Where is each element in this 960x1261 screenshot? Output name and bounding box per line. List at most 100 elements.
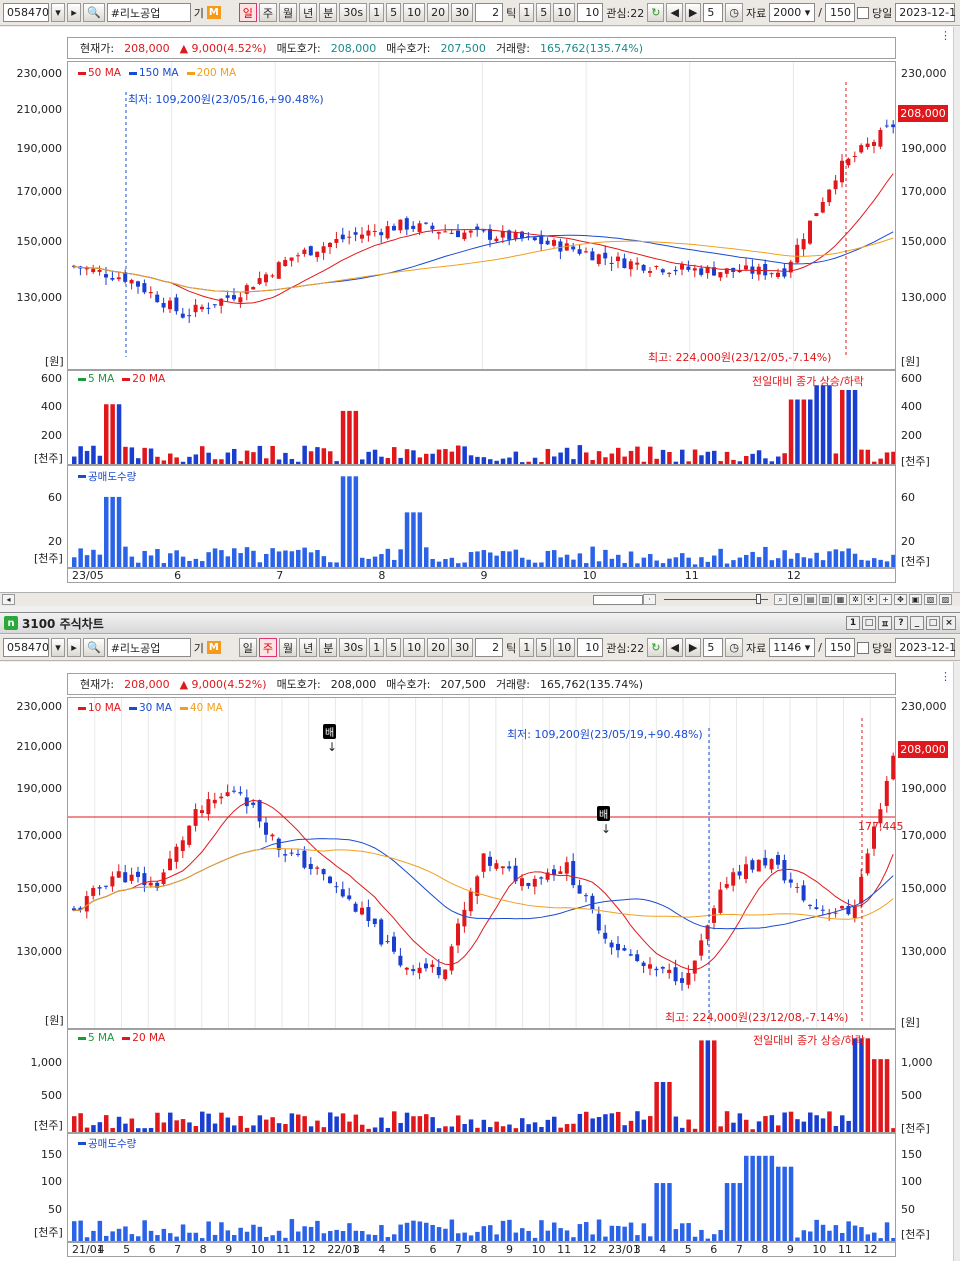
short-bar <box>539 1220 544 1241</box>
move-icon[interactable]: ✥ <box>894 594 907 605</box>
folder-icon[interactable]: ▨ <box>939 594 952 605</box>
period-year[interactable]: 년 <box>299 3 318 22</box>
spin-input[interactable]: 5 <box>703 3 724 22</box>
window-titlebar[interactable]: n 3100 주식차트 1 □ ㅍ ? _ □ × <box>0 612 960 634</box>
stock-name-field[interactable]: #리노공업 <box>106 638 191 657</box>
short-bar <box>801 1230 807 1241</box>
minimize-icon[interactable]: _ <box>910 616 924 630</box>
next-icon[interactable]: ▶ <box>684 638 702 657</box>
window-btn-font[interactable]: ㅍ <box>878 616 892 630</box>
print-icon[interactable]: ▥ <box>819 594 832 605</box>
same-day-checkbox[interactable] <box>856 641 869 654</box>
candle-body <box>456 230 460 238</box>
min-20[interactable]: 20 <box>427 638 450 657</box>
search-icon[interactable]: 🔍 <box>83 3 105 22</box>
period-minute[interactable]: 분 <box>319 3 338 22</box>
window-btn-1[interactable]: 1 <box>846 616 860 630</box>
next-arrow-button[interactable]: ▸ <box>67 638 81 657</box>
zoom-reset-icon[interactable]: · <box>643 594 656 605</box>
min-30[interactable]: 30 <box>451 638 474 657</box>
prev-icon[interactable]: ◀ <box>666 3 683 22</box>
short-plot-1[interactable] <box>67 465 896 568</box>
tick-5[interactable]: 5 <box>536 638 552 657</box>
close-icon[interactable]: × <box>942 616 956 630</box>
maximize-icon[interactable]: □ <box>926 616 940 630</box>
min-5[interactable]: 5 <box>386 3 402 22</box>
code-dropdown-button[interactable]: ▾ <box>51 3 65 22</box>
period-day[interactable]: 일 <box>238 3 257 22</box>
min-20[interactable]: 20 <box>427 3 450 22</box>
price-plot-1[interactable] <box>67 61 896 370</box>
refresh-icon[interactable]: ↻ <box>647 638 665 657</box>
period-day[interactable]: 일 <box>238 638 257 657</box>
min-1[interactable]: 1 <box>369 3 385 22</box>
x-axis-1: 23/05 6 7 8 9 10 11 12 <box>67 568 896 583</box>
candle-body <box>110 278 115 280</box>
period-30s[interactable]: 30s <box>339 638 368 657</box>
date-input[interactable]: 2023-12-1 <box>895 638 956 657</box>
save-icon[interactable]: ▤ <box>804 594 817 605</box>
scroll-left-icon[interactable]: ◂ <box>2 594 15 605</box>
period-30s[interactable]: 30s <box>339 3 368 22</box>
tick-5[interactable]: 5 <box>536 3 552 22</box>
same-day-checkbox[interactable] <box>856 6 869 19</box>
tick-value-input[interactable]: 10 <box>577 638 604 657</box>
period-month[interactable]: 월 <box>279 3 298 22</box>
tick-count-input[interactable]: 2 <box>475 638 504 657</box>
data-count-select[interactable]: 1146 ▾ <box>769 638 816 657</box>
per-screen-input[interactable]: 150 <box>824 3 855 22</box>
volume-bar <box>123 446 128 464</box>
period-month[interactable]: 월 <box>279 638 298 657</box>
per-screen-input[interactable]: 150 <box>824 638 855 657</box>
stock-name-field[interactable]: #리노공업 <box>106 3 191 22</box>
tick-1[interactable]: 1 <box>519 3 535 22</box>
spin-input[interactable]: 5 <box>703 638 724 657</box>
window-btn-link[interactable]: □ <box>862 616 876 630</box>
image-icon[interactable]: ▦ <box>834 594 847 605</box>
tick-count-input[interactable]: 2 <box>475 3 504 22</box>
next-icon[interactable]: ▶ <box>684 3 702 22</box>
expand-icon[interactable]: ✣ <box>864 594 877 605</box>
chart-scrollbar-1[interactable]: ◂ · ⌕ ⊖ ▤ ▥ ▦ ✲ ✣ + ✥ ▣ ▧ ▨ <box>0 592 960 606</box>
min-30[interactable]: 30 <box>451 3 474 22</box>
short-tick: 20 <box>901 535 915 548</box>
price-plot-2[interactable] <box>67 697 896 1029</box>
zoom-out-icon[interactable]: ⊖ <box>789 594 802 605</box>
help-icon[interactable]: ? <box>894 616 908 630</box>
refresh-icon[interactable]: ↻ <box>647 3 665 22</box>
candle-body <box>891 124 895 128</box>
next-arrow-button[interactable]: ▸ <box>67 3 81 22</box>
gear-icon[interactable]: ✲ <box>849 594 862 605</box>
add-icon[interactable]: + <box>879 594 892 605</box>
search-icon[interactable]: 🔍 <box>83 638 105 657</box>
stock-code-input[interactable]: 058470 <box>3 3 49 22</box>
min-5[interactable]: 5 <box>386 638 402 657</box>
scroll-thumb[interactable] <box>593 594 643 605</box>
short-bar <box>788 558 794 567</box>
short-plot-2[interactable] <box>67 1133 896 1242</box>
min-10[interactable]: 10 <box>403 3 426 22</box>
date-input[interactable]: 2023-12-1 <box>895 3 956 22</box>
code-dropdown-button[interactable]: ▾ <box>51 638 65 657</box>
volume-bar <box>500 1126 506 1132</box>
clock-icon[interactable]: ◷ <box>725 3 743 22</box>
tick-10[interactable]: 10 <box>553 638 576 657</box>
min-10[interactable]: 10 <box>403 638 426 657</box>
period-week[interactable]: 주 <box>258 638 278 657</box>
data-count-select[interactable]: 2000 ▾ <box>769 3 816 22</box>
clock-icon[interactable]: ◷ <box>725 638 743 657</box>
export-icon[interactable]: ▧ <box>924 594 937 605</box>
period-year[interactable]: 년 <box>299 638 318 657</box>
min-1[interactable]: 1 <box>369 638 385 657</box>
tick-1[interactable]: 1 <box>519 638 535 657</box>
list-icon[interactable]: ▣ <box>909 594 922 605</box>
volume-bar <box>334 1116 339 1132</box>
volume-bar <box>123 1123 128 1132</box>
tick-10[interactable]: 10 <box>553 3 576 22</box>
zoom-icon[interactable]: ⌕ <box>774 594 787 605</box>
period-minute[interactable]: 분 <box>319 638 338 657</box>
period-week[interactable]: 주 <box>258 3 278 22</box>
stock-code-input[interactable]: 058470 <box>3 638 49 657</box>
prev-icon[interactable]: ◀ <box>666 638 683 657</box>
tick-value-input[interactable]: 10 <box>577 3 604 22</box>
